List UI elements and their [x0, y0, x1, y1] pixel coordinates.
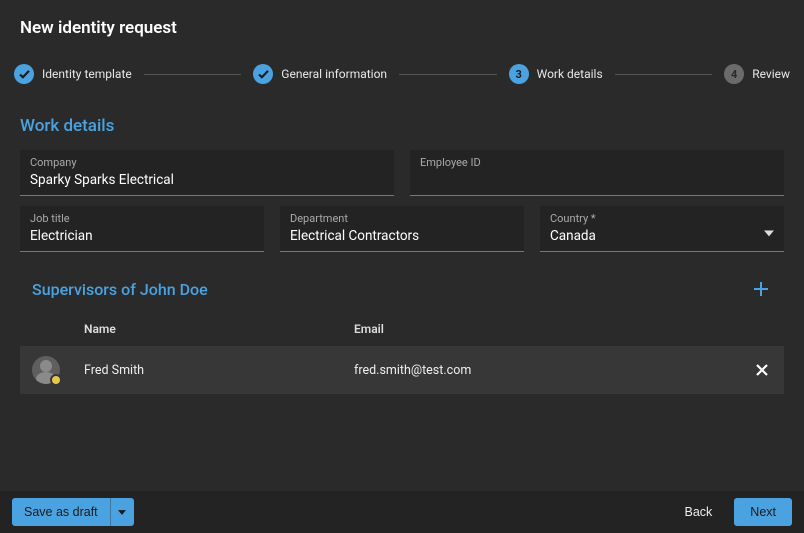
department-input[interactable]: Electrical Contractors: [290, 227, 514, 245]
save-as-draft-button[interactable]: Save as draft: [12, 498, 110, 526]
avatar-badge-icon: [50, 374, 62, 386]
supervisors-title: Supervisors of John Doe: [32, 280, 208, 299]
chevron-down-icon: [118, 510, 126, 515]
supervisor-email: fred.smith@test.com: [354, 363, 732, 378]
step-review[interactable]: 4 Review: [716, 64, 798, 84]
check-icon: [14, 64, 34, 84]
back-button[interactable]: Back: [671, 498, 727, 526]
field-label: Job title: [30, 212, 254, 225]
company-field[interactable]: Company Sparky Sparks Electrical: [20, 150, 394, 196]
country-select[interactable]: Canada: [550, 227, 774, 245]
field-label: Company: [30, 156, 384, 169]
step-connector: [399, 74, 497, 75]
supervisors-panel: Supervisors of John Doe Name Email Fred …: [20, 262, 784, 394]
add-supervisor-button[interactable]: [750, 278, 772, 300]
job-title-field[interactable]: Job title Electrician: [20, 206, 264, 252]
field-label: Employee ID: [420, 156, 774, 169]
step-number-icon: 4: [724, 64, 744, 84]
country-field[interactable]: Country * Canada: [540, 206, 784, 252]
supervisors-table-header: Name Email: [20, 312, 784, 346]
step-identity-template[interactable]: Identity template: [6, 64, 140, 84]
table-row[interactable]: Fred Smith fred.smith@test.com: [20, 346, 784, 394]
field-label: Department: [290, 212, 514, 225]
column-email: Email: [354, 322, 732, 336]
step-label: Identity template: [42, 67, 132, 81]
supervisor-name: Fred Smith: [84, 363, 354, 378]
plus-icon: [754, 282, 768, 296]
save-as-draft-dropdown[interactable]: [110, 498, 134, 526]
page-title: New identity request: [0, 0, 804, 38]
chevron-down-icon: [764, 221, 774, 240]
step-work-details[interactable]: 3 Work details: [501, 64, 611, 84]
step-connector: [615, 74, 713, 75]
close-icon: [756, 364, 768, 376]
delete-supervisor-button[interactable]: [752, 360, 772, 380]
company-input[interactable]: Sparky Sparks Electrical: [30, 171, 384, 189]
check-icon: [253, 64, 273, 84]
column-name: Name: [84, 322, 354, 336]
stepper: Identity template General information 3 …: [0, 38, 804, 102]
step-label: General information: [281, 67, 387, 81]
step-number-icon: 3: [509, 64, 529, 84]
employee-id-field[interactable]: Employee ID: [410, 150, 784, 196]
next-button[interactable]: Next: [734, 498, 792, 526]
step-connector: [144, 74, 242, 75]
work-details-form: Company Sparky Sparks Electrical Employe…: [0, 150, 804, 252]
section-title: Work details: [0, 102, 804, 150]
footer: Save as draft Back Next: [0, 491, 804, 533]
step-general-information[interactable]: General information: [245, 64, 395, 84]
step-label: Work details: [537, 67, 603, 81]
step-label: Review: [752, 67, 790, 81]
department-field[interactable]: Department Electrical Contractors: [280, 206, 524, 252]
employee-id-input[interactable]: [420, 171, 774, 189]
job-title-input[interactable]: Electrician: [30, 227, 254, 245]
field-label: Country *: [550, 212, 774, 225]
